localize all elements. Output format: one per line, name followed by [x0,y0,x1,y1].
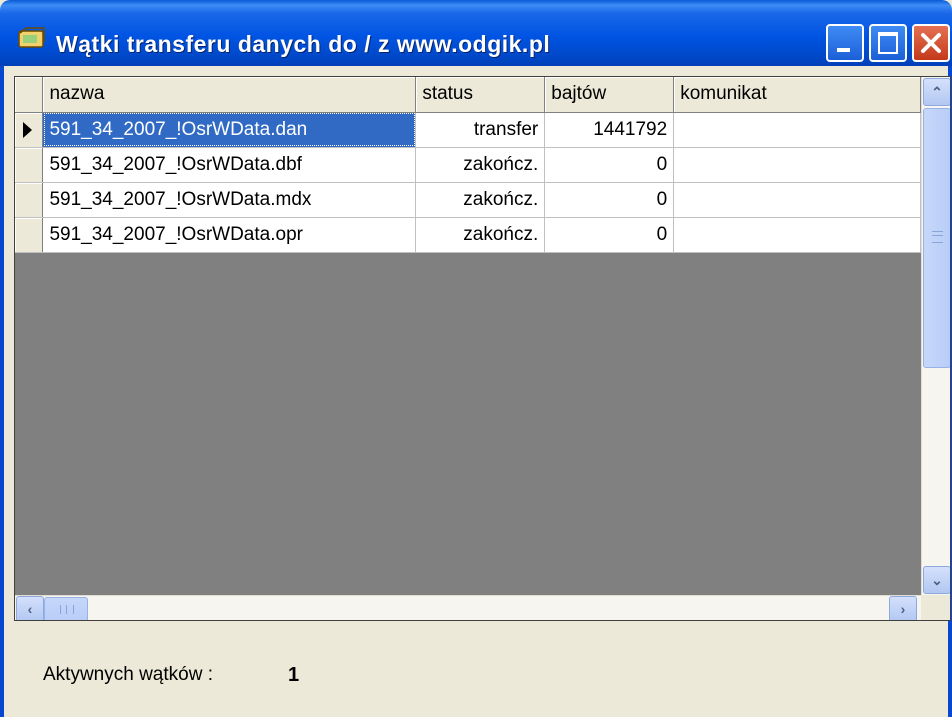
grip-icon [932,231,943,243]
grip-icon [60,605,74,614]
row-indicator[interactable] [15,112,44,148]
window-title: Wątki transferu danych do / z www.odgik.… [56,31,551,57]
grid-viewport: nazwa status bajtów komunikat 591_34_200… [15,77,921,595]
cell-komunikat[interactable] [673,147,921,183]
threads-grid[interactable]: nazwa status bajtów komunikat 591_34_200… [14,76,951,621]
chevron-left-icon: ‹ [27,601,33,617]
scroll-down-button[interactable]: ⌄ [923,566,950,594]
horizontal-scrollbar[interactable]: ‹ › [15,595,921,620]
cell-nazwa[interactable]: 591_34_2007_!OsrWData.dan [42,112,417,148]
column-header-nazwa[interactable]: nazwa [42,77,417,113]
cell-status[interactable]: zakończ. [415,182,546,218]
minimize-button[interactable] [826,24,864,62]
table-row[interactable]: 591_34_2007_!OsrWData.dbf zakończ. 0 [15,147,921,183]
chevron-down-icon: ⌄ [931,572,943,588]
row-indicator[interactable] [15,147,44,183]
chevron-right-icon: › [900,601,906,617]
scroll-right-button[interactable]: › [889,596,917,620]
vertical-scrollbar[interactable]: ⌃ ⌄ [921,77,950,595]
cell-status[interactable]: zakończ. [415,217,546,253]
cell-bajtow[interactable]: 0 [544,147,675,183]
header-row: nazwa status bajtów komunikat [15,77,921,113]
cell-bajtow[interactable]: 0 [544,217,675,253]
close-icon [921,33,941,53]
title-bar[interactable]: Wątki transferu danych do / z www.odgik.… [0,0,952,66]
cell-komunikat[interactable] [673,112,921,148]
cell-komunikat[interactable] [673,182,921,218]
cell-nazwa[interactable]: 591_34_2007_!OsrWData.opr [42,217,417,253]
scroll-up-button[interactable]: ⌃ [923,78,950,106]
table-row[interactable]: 591_34_2007_!OsrWData.opr zakończ. 0 [15,217,921,253]
cell-bajtow[interactable]: 0 [544,182,675,218]
table-row[interactable]: 591_34_2007_!OsrWData.dan transfer 14417… [15,112,921,148]
cell-bajtow[interactable]: 1441792 [544,112,675,148]
cell-nazwa[interactable]: 591_34_2007_!OsrWData.mdx [42,182,417,218]
header-indicator [15,77,44,113]
table-row[interactable]: 591_34_2007_!OsrWData.mdx zakończ. 0 [15,182,921,218]
active-threads-count: 1 [288,664,300,686]
active-threads-label: Aktywnych wątków : [43,664,213,685]
row-indicator[interactable] [15,182,44,218]
column-header-status[interactable]: status [415,77,546,113]
close-button[interactable] [912,24,950,62]
row-indicator[interactable] [15,217,44,253]
app-icon [18,27,45,48]
window-border-left [0,66,4,717]
scrollbar-corner [921,595,950,620]
horizontal-scroll-thumb[interactable] [44,597,88,620]
maximize-button[interactable] [869,24,907,62]
cell-nazwa[interactable]: 591_34_2007_!OsrWData.dbf [42,147,417,183]
cell-komunikat[interactable] [673,217,921,253]
threads-table: nazwa status bajtów komunikat 591_34_200… [15,77,921,253]
cell-status[interactable]: transfer [415,112,546,148]
vertical-scroll-thumb[interactable] [923,108,950,368]
column-header-bajtow[interactable]: bajtów [544,77,675,113]
scroll-left-button[interactable]: ‹ [16,596,44,620]
current-row-arrow-icon [23,121,32,138]
transfer-threads-window: Wątki transferu danych do / z www.odgik.… [0,0,952,717]
chevron-up-icon: ⌃ [931,84,943,100]
column-header-komunikat[interactable]: komunikat [673,77,921,113]
cell-status[interactable]: zakończ. [415,147,546,183]
